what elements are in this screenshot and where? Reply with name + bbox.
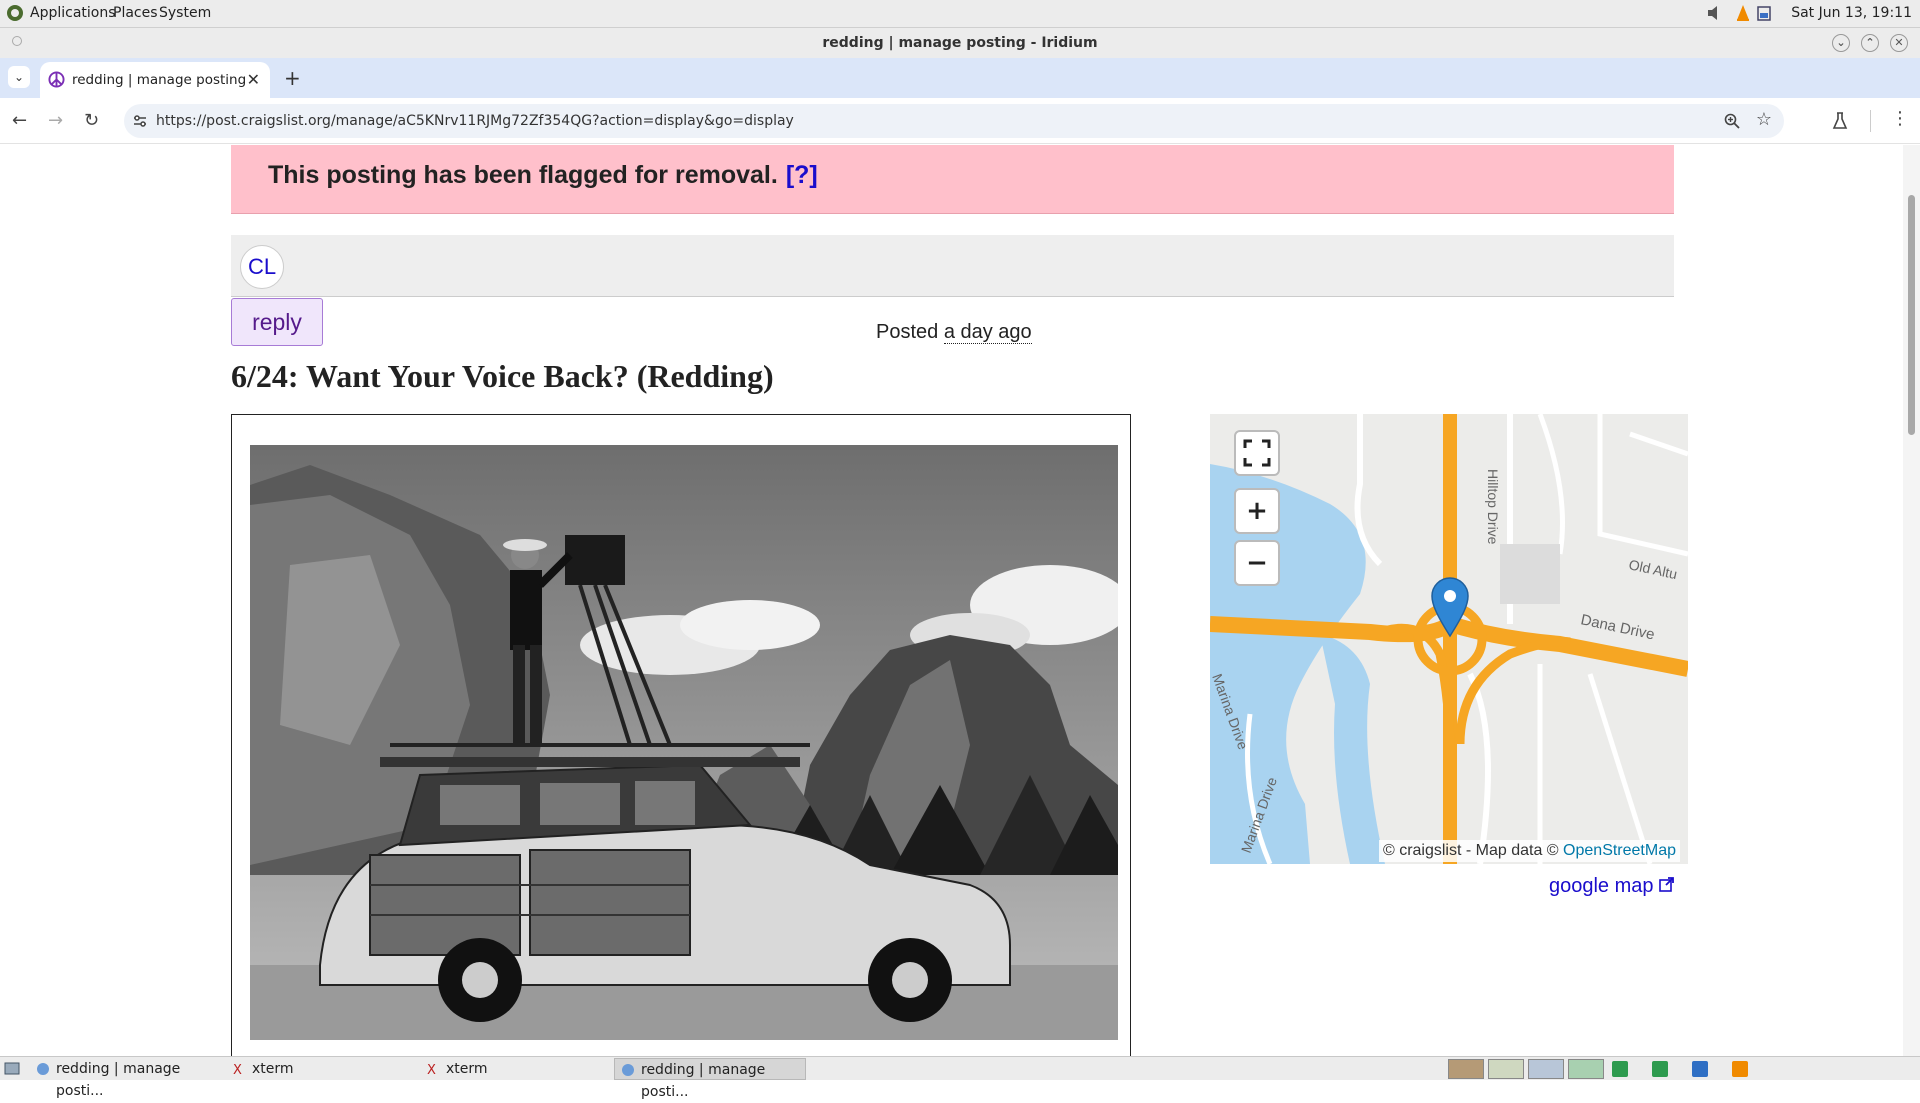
posting-title: 6/24: Want Your Voice Back? (Redding): [231, 358, 774, 394]
external-link-icon: [1659, 877, 1674, 892]
zoom-icon[interactable]: [1724, 113, 1740, 129]
taskbar-label: xterm: [446, 1061, 488, 1077]
craigslist-logo[interactable]: CL: [240, 245, 284, 289]
system-tray: [1448, 1059, 1788, 1079]
menu-applications[interactable]: Applications: [30, 5, 116, 21]
workspace-2[interactable]: [1488, 1059, 1524, 1079]
tab-title: redding | manage posting: [72, 72, 247, 88]
app-green-icon-1[interactable]: [1612, 1061, 1628, 1077]
svg-text:X: X: [233, 1063, 242, 1076]
map-attribution-text: © craigslist - Map data ©: [1382, 842, 1559, 859]
workspace-3[interactable]: [1528, 1059, 1564, 1079]
zoom-out-button[interactable]: −: [1234, 540, 1280, 586]
reload-icon[interactable]: ↻: [84, 110, 99, 131]
tab-strip: ⌄ redding | manage posting ✕ +: [0, 58, 1920, 98]
taskbar-label: redding | manage posti...: [641, 1062, 766, 1100]
tab-active[interactable]: redding | manage posting ✕: [40, 62, 270, 98]
fullscreen-button[interactable]: [1234, 430, 1280, 476]
peace-icon: [48, 71, 65, 88]
system-panel: Applications Places System Sat Jun 13, 1…: [0, 0, 1920, 28]
page-content: This posting has been flagged for remova…: [0, 145, 1903, 1056]
address-bar[interactable]: https://post.craigslist.org/manage/aC5KN…: [124, 104, 1784, 138]
vlc-icon[interactable]: [1734, 4, 1752, 22]
close-tab-icon[interactable]: ✕: [247, 70, 260, 89]
reply-button[interactable]: reply: [231, 298, 323, 346]
close-window-button[interactable]: ✕: [1890, 34, 1908, 52]
google-map-label[interactable]: google map: [1549, 875, 1654, 897]
show-desktop-icon[interactable]: [4, 1061, 20, 1077]
bottom-taskbar: redding | manage posti... X xterm X xter…: [0, 1056, 1920, 1100]
back-icon[interactable]: ←: [12, 110, 27, 131]
window-menu-icon[interactable]: [12, 36, 22, 46]
taskbar-label: xterm: [252, 1061, 294, 1077]
clock[interactable]: Sat Jun 13, 19:11: [1791, 5, 1912, 21]
taskbar-item-browser-1[interactable]: redding | manage posti...: [30, 1058, 220, 1099]
forward-icon[interactable]: →: [48, 110, 63, 131]
volume-icon[interactable]: [1705, 4, 1723, 22]
openstreetmap-link[interactable]: OpenStreetMap: [1563, 842, 1676, 859]
posting-image-frame[interactable]: [231, 414, 1131, 1056]
svg-text:X: X: [427, 1063, 436, 1076]
location-map[interactable]: Hilltop Drive Old Altu Dana Drive Marina…: [1210, 414, 1688, 864]
tab-search-button[interactable]: ⌄: [8, 66, 30, 88]
app-blue-icon[interactable]: [1692, 1061, 1708, 1077]
map-attribution: © craigslist - Map data © OpenStreetMap: [1378, 840, 1680, 862]
workspace-4[interactable]: [1568, 1059, 1604, 1079]
navigation-bar: ← → ↻ https://post.craigslist.org/manage…: [0, 98, 1920, 144]
workspace-1[interactable]: [1448, 1059, 1484, 1079]
new-tab-button[interactable]: +: [284, 66, 301, 90]
menu-places[interactable]: Places: [113, 5, 158, 21]
flag-help-link[interactable]: [?]: [786, 161, 818, 189]
flag-message: This posting has been flagged for remova…: [268, 161, 778, 189]
battery-icon[interactable]: [1756, 4, 1774, 22]
header-bar: CL: [231, 235, 1674, 297]
maximize-button[interactable]: ⌃: [1861, 34, 1879, 52]
taskbar-item-browser-2[interactable]: redding | manage posti...: [614, 1058, 806, 1100]
xterm-icon: X: [233, 1063, 242, 1076]
window-title: redding | manage posting - Iridium: [822, 35, 1098, 51]
taskbar-label: redding | manage posti...: [56, 1061, 181, 1099]
posted-info: Posted a day ago: [876, 321, 1032, 344]
browser-icon: [37, 1063, 49, 1075]
google-map-link[interactable]: google map: [1549, 875, 1674, 898]
scrollbar-thumb[interactable]: [1908, 195, 1915, 435]
menu-system[interactable]: System: [159, 5, 211, 21]
xterm-icon: X: [427, 1063, 436, 1076]
kebab-menu-icon[interactable]: ⋮: [1891, 108, 1909, 129]
zoom-in-button[interactable]: +: [1234, 488, 1280, 534]
posting-photo[interactable]: [250, 445, 1118, 1040]
fullscreen-icon: [1243, 439, 1271, 467]
labs-flask-icon[interactable]: [1832, 112, 1848, 130]
window-titlebar[interactable]: redding | manage posting - Iridium ⌄ ⌃ ✕: [0, 28, 1920, 58]
vlc-tray-icon[interactable]: [1732, 1061, 1748, 1077]
map-label-hilltop: Hilltop Drive: [1485, 469, 1501, 545]
flagged-banner: This posting has been flagged for remova…: [231, 145, 1674, 214]
taskbar-item-xterm-2[interactable]: X xterm: [420, 1058, 610, 1080]
app-green-icon-2[interactable]: [1652, 1061, 1668, 1077]
url-text[interactable]: https://post.craigslist.org/manage/aC5KN…: [156, 113, 794, 129]
posted-prefix: Posted: [876, 321, 939, 343]
taskbar-item-xterm-1[interactable]: X xterm: [226, 1058, 416, 1080]
minimize-button[interactable]: ⌄: [1832, 34, 1850, 52]
browser-icon: [622, 1064, 634, 1076]
distro-logo-icon[interactable]: [6, 4, 24, 22]
map-tiles[interactable]: Hilltop Drive Old Altu Dana Drive Marina…: [1210, 414, 1688, 864]
bookmark-star-icon[interactable]: ☆: [1756, 109, 1772, 130]
posted-time: a day ago: [943, 321, 1032, 344]
site-info-icon[interactable]: [132, 113, 148, 129]
toolbar-divider: [1870, 110, 1871, 132]
